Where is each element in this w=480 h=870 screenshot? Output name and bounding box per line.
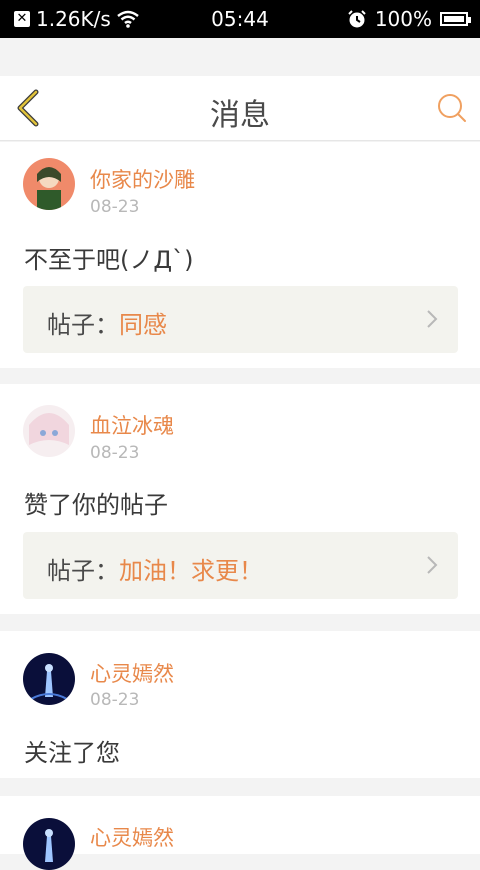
- avatar[interactable]: [23, 818, 75, 870]
- message-card[interactable]: 心灵嫣然: [0, 796, 480, 870]
- post-link[interactable]: 帖子：同感: [23, 286, 458, 353]
- nav-header: 消息: [0, 76, 480, 141]
- message-content: 关注了您: [24, 739, 120, 767]
- avatar[interactable]: [23, 653, 75, 705]
- username[interactable]: 血泣冰魂: [90, 410, 174, 440]
- battery-icon: [440, 12, 471, 26]
- status-bar: ✕ 1.26K/s 05:44 100%: [0, 0, 480, 38]
- username[interactable]: 心灵嫣然: [90, 658, 174, 688]
- message-content: 不至于吧(ノД`): [24, 246, 194, 274]
- post-label: 帖子：: [47, 557, 119, 585]
- battery-percent: 100%: [374, 7, 432, 31]
- avatar[interactable]: [23, 158, 75, 210]
- message-card[interactable]: 你家的沙雕 08-23 不至于吧(ノД`) 帖子：同感: [0, 142, 480, 368]
- username[interactable]: 心灵嫣然: [90, 822, 174, 852]
- page-title: 消息: [210, 98, 270, 133]
- message-content: 赞了你的帖子: [24, 491, 168, 519]
- post-title: 同感: [119, 311, 167, 339]
- post-link[interactable]: 帖子：加油！求更！: [23, 532, 458, 599]
- username[interactable]: 你家的沙雕: [90, 164, 195, 194]
- message-date: 08-23: [90, 690, 140, 710]
- chevron-right-icon: [427, 310, 438, 328]
- avatar[interactable]: [23, 405, 75, 457]
- message-card[interactable]: 血泣冰魂 08-23 赞了你的帖子 帖子：加油！求更！: [0, 384, 480, 614]
- message-card[interactable]: 心灵嫣然 08-23 关注了您: [0, 631, 480, 778]
- message-date: 08-23: [90, 197, 140, 217]
- message-date: 08-23: [90, 443, 140, 463]
- search-icon[interactable]: [436, 92, 468, 124]
- post-title: 加油！求更！: [119, 557, 263, 585]
- alarm-icon: [348, 10, 366, 28]
- chevron-right-icon: [427, 556, 438, 574]
- post-label: 帖子：: [47, 311, 119, 339]
